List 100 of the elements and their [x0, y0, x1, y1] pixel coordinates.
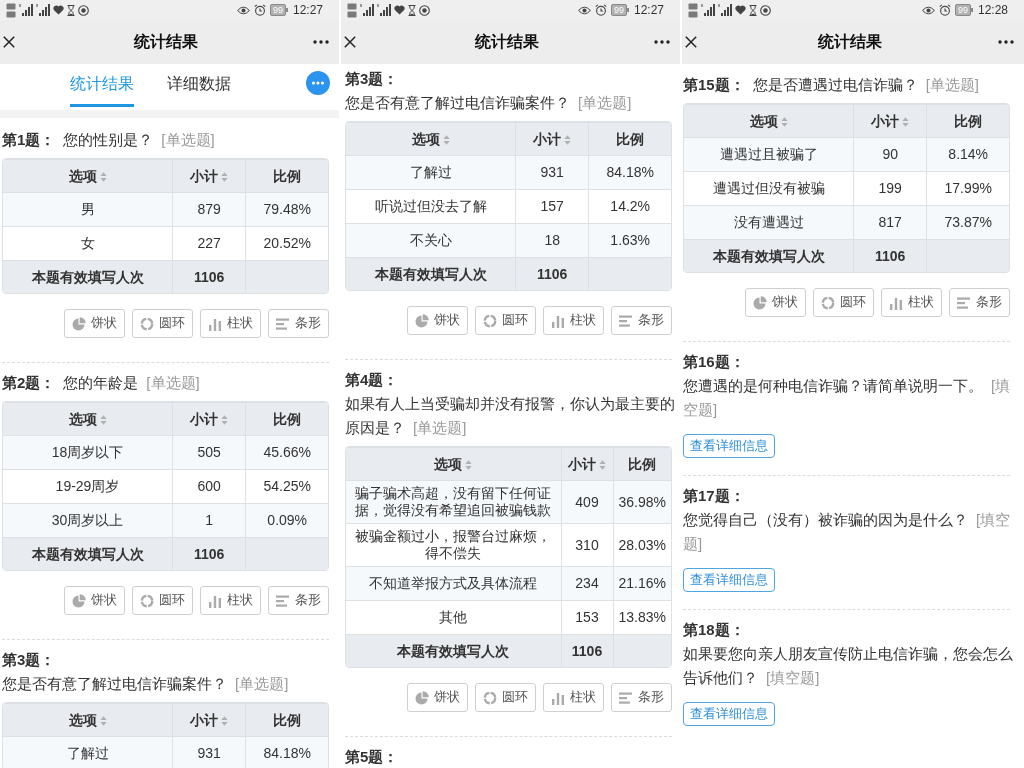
chart-type-button[interactable]: 柱状 — [543, 306, 604, 335]
column-header[interactable]: 小计 — [853, 104, 927, 137]
table-cell: 了解过 — [3, 736, 172, 768]
table-cell: 931 — [172, 736, 246, 768]
column-header[interactable]: 小计 — [515, 122, 589, 155]
close-icon[interactable] — [344, 36, 356, 48]
pie-chart-icon — [415, 313, 429, 328]
chart-type-button[interactable]: 条形 — [268, 309, 329, 338]
table-cell: 84.18% — [245, 736, 328, 768]
table-cell: 30周岁以上 — [3, 503, 172, 537]
column-header[interactable]: 选项 — [346, 447, 561, 480]
table-cell: 不关心 — [346, 223, 515, 257]
bar-chart-icon — [208, 593, 222, 608]
ring-chart-icon — [821, 295, 835, 310]
bars-icon — [619, 690, 633, 705]
eye-icon — [577, 5, 591, 15]
chart-type-button[interactable]: 饼状 — [407, 683, 468, 712]
more-icon[interactable] — [654, 40, 670, 44]
more-icon[interactable] — [998, 40, 1014, 44]
chart-type-button[interactable]: 饼状 — [745, 288, 806, 317]
chart-type-button[interactable]: 圆环 — [132, 586, 193, 615]
table-cell: 54.25% — [245, 469, 328, 503]
hourglass-icon — [408, 4, 416, 16]
column-header[interactable]: 小计 — [172, 703, 246, 736]
chart-type-button[interactable]: 饼状 — [64, 586, 125, 615]
chart-type-button[interactable]: 圆环 — [475, 683, 536, 712]
chart-type-button[interactable]: 圆环 — [475, 306, 536, 335]
page-title: 统计结果 — [475, 31, 539, 52]
question-text: 您的性别是？ [单选题] — [63, 130, 215, 150]
eye-icon — [236, 5, 250, 15]
tab[interactable]: 详细数据 — [167, 64, 231, 107]
table-cell: 遭遇过且被骗了 — [684, 137, 853, 171]
pie-chart-icon — [72, 316, 86, 331]
view-details-button[interactable]: 查看详细信息 — [683, 568, 775, 592]
column-header[interactable]: 小计 — [560, 447, 613, 480]
question-number: 第3题： — [345, 70, 399, 87]
bar-chart-icon — [208, 316, 222, 331]
question-text: 您是否遭遇过电信诈骗？ [单选题] — [752, 75, 980, 95]
chart-type-button[interactable]: 条形 — [949, 288, 1010, 317]
chart-type-button[interactable]: 圆环 — [132, 309, 193, 338]
sort-icon — [564, 134, 572, 145]
table-cell: 男 — [3, 192, 172, 226]
chart-type-button[interactable]: 柱状 — [881, 288, 942, 317]
table-cell: 17.99% — [926, 171, 1009, 205]
signal-icon — [19, 4, 33, 16]
more-icon[interactable] — [313, 40, 329, 44]
table-cell: 1106 — [515, 257, 589, 290]
column-header[interactable]: 选项 — [3, 402, 172, 435]
column-header[interactable]: 选项 — [684, 104, 853, 137]
sort-icon — [221, 715, 229, 726]
question-text: 您遭遇的是何种电信诈骗？请简单说明一下。 [填空题] — [683, 376, 1012, 420]
table-cell: 310 — [560, 523, 613, 566]
chart-type-button[interactable]: 条形 — [611, 683, 672, 712]
column-header[interactable]: 小计 — [172, 402, 246, 435]
table-cell: 21.16% — [612, 566, 671, 600]
table-cell: 505 — [172, 435, 246, 469]
chart-type-button[interactable]: 条形 — [268, 586, 329, 615]
chart-type-button[interactable]: 饼状 — [64, 309, 125, 338]
chart-type-button[interactable]: 柱状 — [200, 586, 261, 615]
table-cell: 817 — [853, 205, 927, 239]
pie-chart-icon — [415, 690, 429, 705]
chart-type-button[interactable]: 饼状 — [407, 306, 468, 335]
status-time: 12:28 — [977, 3, 1008, 17]
sim-status-icon — [347, 2, 357, 18]
question-number: 第1题： — [2, 131, 56, 148]
more-options-icon[interactable] — [306, 71, 330, 95]
bars-icon — [276, 593, 290, 608]
sort-icon — [465, 459, 473, 470]
chart-type-button[interactable]: 柱状 — [200, 309, 261, 338]
battery-indicator: 99 — [269, 4, 286, 16]
table-cell: 13.83% — [612, 600, 671, 634]
table-cell: 79.48% — [245, 192, 328, 226]
sim-status-icon — [688, 2, 698, 18]
pie-chart-icon — [72, 593, 86, 608]
column-header: 比例 — [926, 104, 1009, 137]
view-details-button[interactable]: 查看详细信息 — [683, 434, 775, 458]
status-time: 12:27 — [633, 3, 664, 17]
table-cell: 20.52% — [245, 226, 328, 260]
table-cell: 153 — [560, 600, 613, 634]
table-cell: 18周岁以下 — [3, 435, 172, 469]
column-header: 比例 — [612, 447, 671, 480]
signal-icon — [360, 4, 374, 16]
view-details-button[interactable]: 查看详细信息 — [683, 702, 775, 726]
close-icon[interactable] — [685, 36, 697, 48]
heart-icon — [735, 5, 746, 15]
heart-icon — [53, 5, 64, 15]
column-header[interactable]: 选项 — [3, 159, 172, 192]
heart-icon — [394, 5, 405, 15]
table-cell: 本题有效填写人次 — [3, 537, 172, 570]
table-cell: 409 — [560, 480, 613, 523]
chart-type-button[interactable]: 圆环 — [813, 288, 874, 317]
chart-type-button[interactable]: 条形 — [611, 306, 672, 335]
close-icon[interactable] — [3, 36, 15, 48]
chart-type-button[interactable]: 柱状 — [543, 683, 604, 712]
page-title: 统计结果 — [817, 31, 882, 52]
column-header[interactable]: 选项 — [346, 122, 515, 155]
column-header[interactable]: 小计 — [172, 159, 246, 192]
column-header[interactable]: 选项 — [3, 703, 172, 736]
sort-icon — [902, 116, 910, 127]
question-text: 您觉得自己（没有）被诈骗的因为是什么？ [填空题] — [683, 510, 1012, 554]
